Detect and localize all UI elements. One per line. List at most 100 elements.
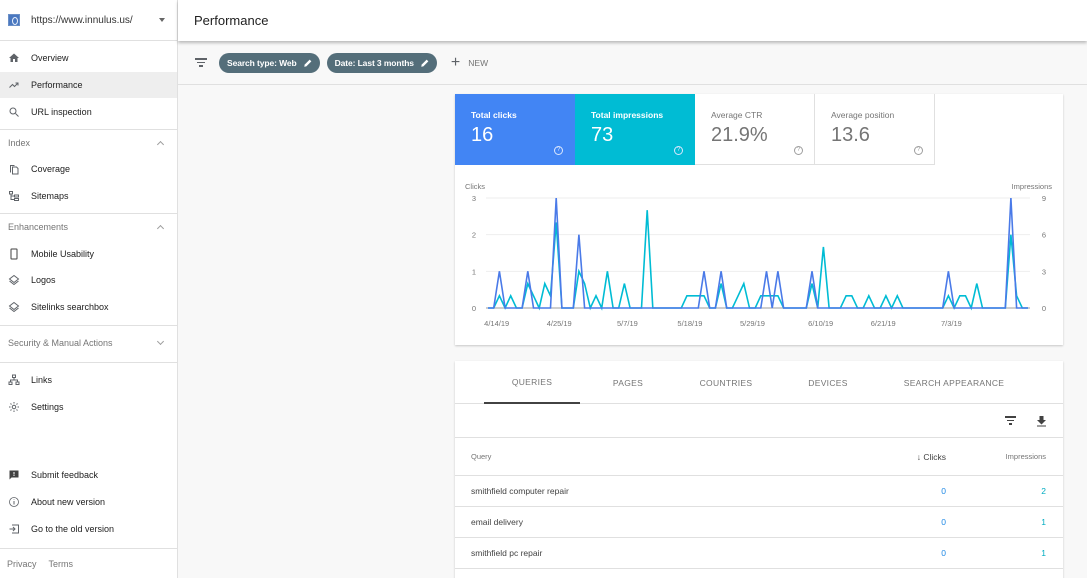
clicks-cell: 0 [941, 548, 946, 558]
phone-icon [8, 248, 20, 260]
sidebar-item-performance[interactable]: Performance [0, 71, 177, 99]
table-row[interactable]: smithfield pc repair 0 1 [455, 538, 1063, 569]
nav-main: Overview Performance URL inspection [0, 41, 177, 131]
metric-average-ctr[interactable]: Average CTR 21.9% ? [695, 94, 815, 165]
y-left-tick-label: 1 [472, 267, 476, 276]
nav-other: Links Settings [0, 363, 177, 420]
column-header-clicks[interactable]: ↓ Clicks [856, 452, 946, 462]
chip-label: Search type: Web [227, 57, 297, 68]
sidebar-item-settings[interactable]: Settings [0, 393, 177, 420]
filter-icon[interactable] [195, 58, 207, 67]
sidebar-item-label: Mobile Usability [31, 248, 95, 259]
table-row[interactable]: email delivery 0 1 [455, 507, 1063, 538]
filter-rows-icon[interactable] [1005, 416, 1016, 425]
section-header-index[interactable]: Index [0, 130, 177, 156]
sidebar-item-label: Settings [31, 401, 64, 412]
section-title: Security & Manual Actions [8, 337, 113, 348]
new-label: NEW [468, 57, 489, 68]
metric-average-position[interactable]: Average position 13.6 ? [815, 94, 935, 165]
sidebar-footer: Privacy Terms [0, 548, 177, 578]
metric-label: Total clicks [471, 110, 517, 120]
new-filter-button[interactable]: + NEW [450, 53, 489, 71]
edit-icon [303, 59, 311, 67]
chevron-down-icon [156, 337, 165, 345]
sidebar-item-label: Performance [31, 80, 83, 91]
y-right-tick-label: 0 [1042, 304, 1046, 313]
queries-table-card: QUERIES PAGES COUNTRIES DEVICES SEARCH A… [455, 361, 1063, 578]
download-icon[interactable] [1036, 415, 1047, 427]
column-header-query[interactable]: Query [471, 452, 856, 461]
series-line-clicks [488, 197, 1028, 309]
metric-value: 16 [471, 124, 494, 146]
y-left-tick-label: 3 [472, 194, 476, 203]
column-header-clicks-label: Clicks [923, 451, 946, 462]
page-title: Performance [194, 13, 269, 28]
sidebar-item-coverage[interactable]: Coverage [0, 156, 177, 183]
copy-icon [8, 163, 20, 175]
sidebar-item-links[interactable]: Links [0, 367, 177, 394]
sidebar-item-mobile-usability[interactable]: Mobile Usability [0, 240, 177, 267]
tab-devices[interactable]: DEVICES [776, 361, 880, 404]
clicks-cell: 0 [941, 486, 946, 496]
x-tick-label: 7/3/19 [941, 319, 962, 328]
tab-queries[interactable]: QUERIES [484, 361, 580, 404]
sidebar-item-about-new-version[interactable]: About new version [0, 489, 177, 516]
column-header-impressions[interactable]: Impressions [946, 452, 1046, 461]
nav-section-enhancements: Enhancements Mobile Usability Logos Site… [0, 214, 177, 326]
plus-icon: + [450, 53, 461, 71]
performance-card: Total clicks 16 ? Total impressions 73 ?… [455, 94, 1063, 345]
sidebar: https://www.innulus.us/ Overview Perform… [0, 0, 178, 578]
links-icon [8, 374, 20, 386]
x-tick-label: 6/21/19 [871, 319, 896, 328]
nav-section-security: Security & Manual Actions [0, 326, 177, 363]
page-header: Performance [178, 0, 1087, 41]
x-tick-label: 4/25/19 [547, 319, 572, 328]
x-tick-label: 4/14/19 [484, 319, 509, 328]
sitemap-icon [8, 190, 20, 202]
gear-icon [8, 401, 20, 413]
impressions-cell: 1 [1041, 548, 1046, 558]
metric-value: 21.9% [711, 124, 768, 146]
sidebar-item-sitemaps[interactable]: Sitemaps [0, 183, 177, 210]
metric-total-impressions[interactable]: Total impressions 73 ? [575, 94, 695, 165]
chevron-up-icon [156, 225, 165, 233]
table-row[interactable]: smithfield computer repair 0 2 [455, 476, 1063, 507]
terms-link[interactable]: Terms [49, 559, 74, 569]
feedback-icon [8, 469, 20, 481]
tab-pages[interactable]: PAGES [580, 361, 676, 404]
chart-svg: 0 1 2 3 0 3 6 9 Clicks Impressions 4/14/19 4/25/19 5… [465, 182, 1052, 328]
nav-section-index: Index Coverage Sitemaps [0, 130, 177, 215]
sidebar-item-label: Submit feedback [31, 470, 99, 481]
help-icon[interactable]: ? [554, 146, 563, 155]
layers-icon [8, 274, 20, 286]
section-title: Enhancements [8, 222, 69, 233]
section-header-security[interactable]: Security & Manual Actions [0, 326, 177, 360]
property-selector[interactable]: https://www.innulus.us/ [0, 0, 177, 41]
sidebar-item-sitelinks-searchbox[interactable]: Sitelinks searchbox [0, 294, 177, 321]
performance-chart: 0 1 2 3 0 3 6 9 Clicks Impressions 4/14/19 4/25/19 5… [455, 165, 1063, 345]
tab-countries[interactable]: COUNTRIES [676, 361, 776, 404]
help-icon[interactable]: ? [674, 146, 683, 155]
x-tick-label: 5/18/19 [677, 319, 702, 328]
privacy-link[interactable]: Privacy [7, 559, 37, 569]
sidebar-item-submit-feedback[interactable]: Submit feedback [0, 462, 177, 489]
x-tick-label: 5/7/19 [617, 319, 638, 328]
date-chip[interactable]: Date: Last 3 months [326, 52, 437, 73]
tab-search-appearance[interactable]: SEARCH APPEARANCE [880, 361, 1028, 404]
sidebar-item-url-inspection[interactable]: URL inspection [0, 98, 177, 125]
sidebar-item-go-to-old-version[interactable]: Go to the old version [0, 515, 177, 542]
help-icon[interactable]: ? [794, 146, 803, 155]
sidebar-item-logos[interactable]: Logos [0, 267, 177, 294]
section-header-enhancements[interactable]: Enhancements [0, 214, 177, 240]
help-icon[interactable]: ? [914, 146, 923, 155]
search-type-chip[interactable]: Search type: Web [219, 52, 320, 73]
sidebar-item-label: Links [31, 374, 53, 385]
dropdown-caret-icon [159, 18, 165, 22]
property-url: https://www.innulus.us/ [31, 14, 133, 26]
search-icon [8, 106, 20, 118]
section-title: Index [8, 138, 31, 149]
site-favicon-icon [8, 14, 20, 26]
home-icon [8, 52, 20, 64]
metric-total-clicks[interactable]: Total clicks 16 ? [455, 94, 575, 165]
sidebar-item-overview[interactable]: Overview [0, 45, 177, 72]
